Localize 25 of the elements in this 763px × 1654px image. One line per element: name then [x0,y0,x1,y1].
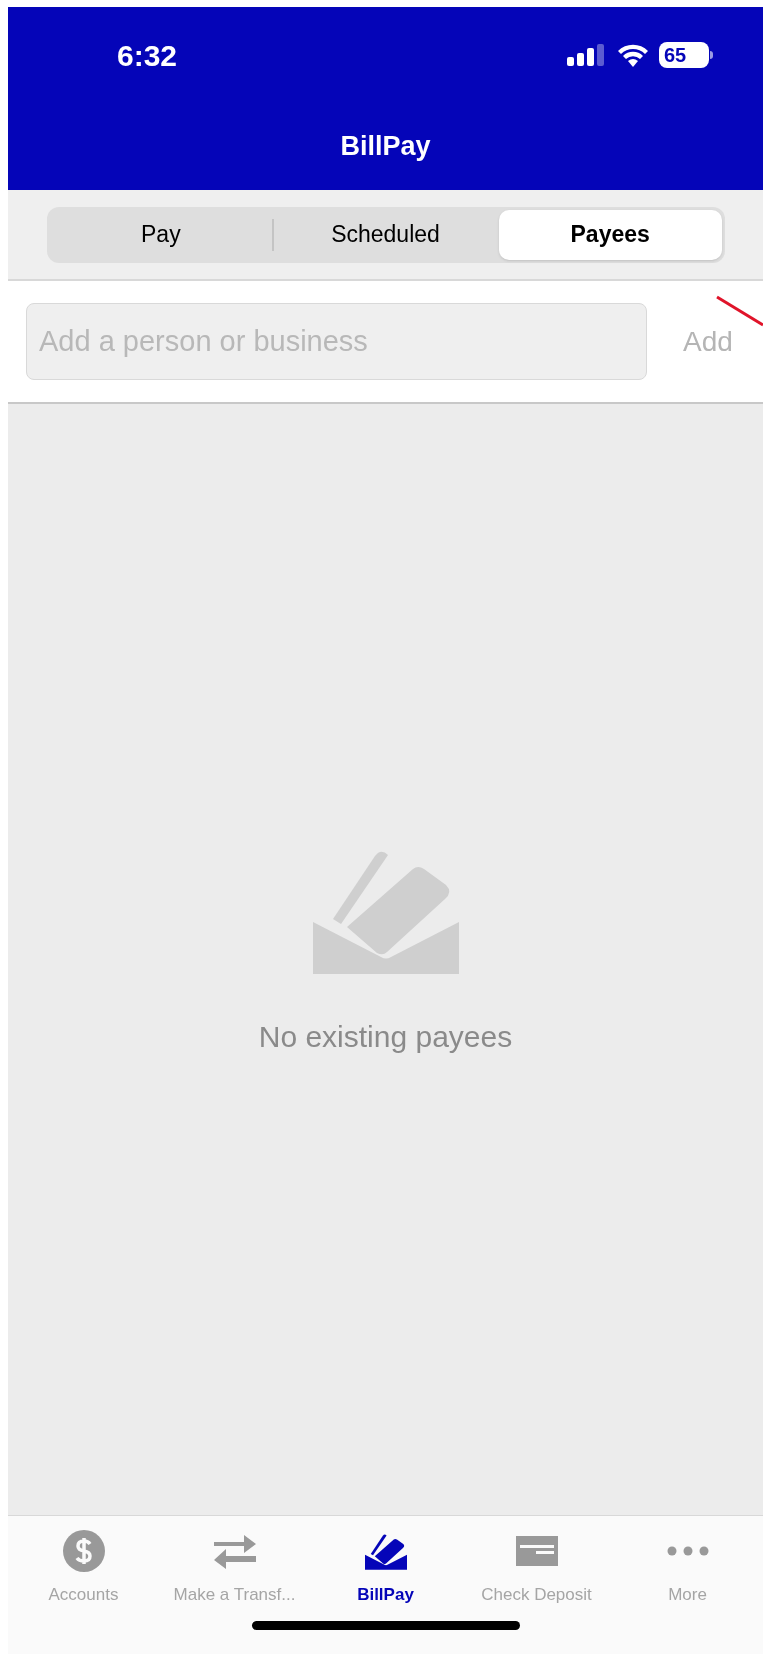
add-button[interactable]: Add [683,320,733,363]
check-icon [515,1536,558,1566]
battery-indicator: 65 [659,42,713,68]
segment-tab[interactable]: Scheduled [274,209,497,260]
tab-label: BillPay [357,1584,414,1606]
segment-tab[interactable]: Pay [49,209,273,260]
dollar-icon [62,1530,105,1572]
envelope-card-icon [364,1532,407,1570]
tab-label: More [668,1584,707,1606]
tab-bar-item[interactable]: Check Deposit [461,1528,612,1608]
empty-message: No existing payees [258,1019,513,1055]
tab-label: Check Deposit [481,1584,592,1606]
signal-icon [567,44,607,66]
more-icon [666,1546,709,1556]
wifi-icon [617,43,649,67]
tab-bar-item[interactable]: BillPay [310,1528,461,1608]
tab-label: Make a Transf... [173,1584,296,1606]
tab-bar-item[interactable]: More [612,1528,763,1608]
tab-bar-item[interactable]: Accounts [8,1528,159,1608]
status-time: 6:32 [117,37,178,74]
transfer-arrows-icon [213,1532,256,1570]
tab-bar-item[interactable]: Make a Transf... [159,1528,310,1608]
header-title: BillPay [340,130,431,164]
segment-tab[interactable]: Payees [498,209,722,260]
tab-label: Accounts [48,1584,119,1606]
